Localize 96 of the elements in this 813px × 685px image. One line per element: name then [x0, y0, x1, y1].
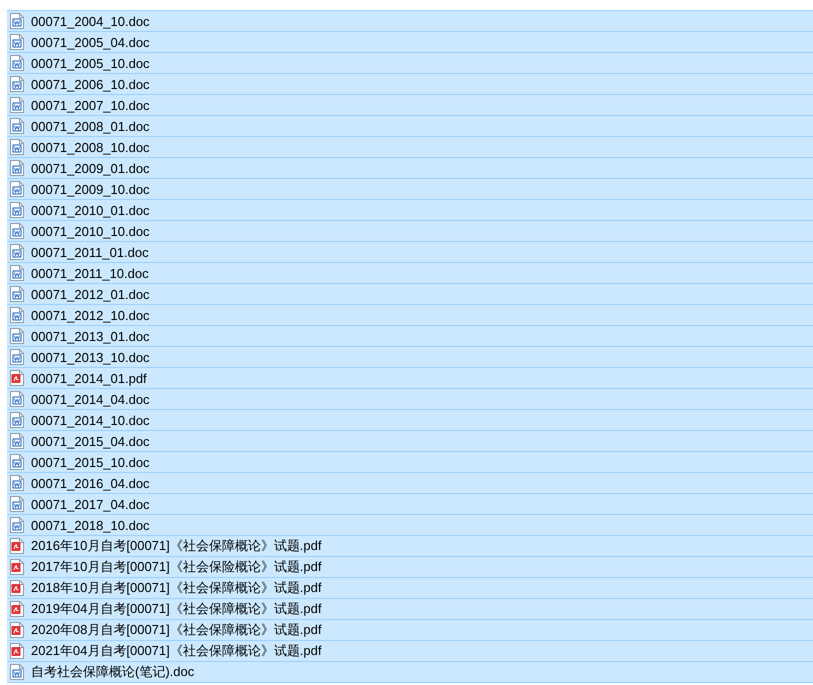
file-row[interactable]: 00071_2011_10.doc [7, 263, 813, 284]
word-document-icon [10, 328, 24, 344]
file-name: 00071_2015_04.doc [31, 434, 150, 448]
file-row[interactable]: 00071_2009_01.doc [7, 158, 813, 179]
file-name: 00071_2016_04.doc [31, 476, 150, 490]
file-row[interactable]: 2019年04月自考[00071]《社会保障概论》试题.pdf [7, 599, 813, 620]
file-row[interactable]: 00071_2010_01.doc [7, 200, 813, 221]
file-row[interactable]: 自考社会保障概论(笔记).doc [7, 662, 813, 683]
file-row[interactable]: 00071_2010_10.doc [7, 221, 813, 242]
file-row[interactable]: 00071_2018_10.doc [7, 515, 813, 536]
pdf-document-icon [10, 538, 24, 554]
file-name: 00071_2013_01.doc [31, 328, 150, 344]
word-document-icon [10, 433, 24, 449]
file-row[interactable]: 00071_2012_01.doc [7, 284, 813, 305]
word-document-icon [10, 223, 24, 239]
word-document-icon [10, 97, 24, 113]
file-name: 00071_2010_10.doc [31, 224, 150, 238]
file-name: 2018年10月自考[00071]《社会保障概论》试题.pdf [31, 579, 322, 597]
file-name: 00071_2008_10.doc [31, 140, 150, 154]
file-row[interactable]: 00071_2017_04.doc [7, 494, 813, 515]
file-name: 00071_2010_01.doc [31, 202, 150, 218]
file-name: 00071_2012_10.doc [31, 308, 150, 322]
file-name: 00071_2017_04.doc [31, 496, 150, 512]
word-document-icon [10, 412, 24, 428]
file-row[interactable]: 00071_2013_10.doc [7, 347, 813, 368]
file-row[interactable]: 00071_2015_10.doc [7, 452, 813, 473]
file-name: 00071_2006_10.doc [31, 76, 150, 92]
word-document-icon [10, 118, 24, 134]
file-row[interactable]: 2017年10月自考[00071]《社会保险概论》试题.pdf [7, 557, 813, 578]
file-row[interactable]: 2018年10月自考[00071]《社会保障概论》试题.pdf [7, 578, 813, 599]
file-row[interactable]: 00071_2005_04.doc [7, 32, 813, 53]
file-row[interactable]: 00071_2008_01.doc [7, 116, 813, 137]
word-document-icon [10, 265, 24, 281]
file-row[interactable]: 2021年04月自考[00071]《社会保障概论》试题.pdf [7, 641, 813, 662]
pdf-document-icon [10, 559, 24, 575]
file-row[interactable]: 00071_2016_04.doc [7, 473, 813, 494]
word-document-icon [10, 454, 24, 470]
pdf-document-icon [10, 622, 24, 638]
file-row[interactable]: 2020年08月自考[00071]《社会保障概论》试题.pdf [7, 620, 813, 641]
file-row[interactable]: 00071_2005_10.doc [7, 53, 813, 74]
pdf-document-icon [10, 643, 24, 659]
file-name: 00071_2015_10.doc [31, 454, 150, 470]
word-document-icon [10, 391, 24, 407]
pdf-document-icon [10, 580, 24, 596]
pdf-document-icon [10, 601, 24, 617]
file-row[interactable]: 2016年10月自考[00071]《社会保障概论》试题.pdf [7, 536, 813, 557]
word-document-icon [10, 34, 24, 50]
file-name: 00071_2008_01.doc [31, 118, 150, 134]
file-name: 00071_2014_01.pdf [31, 370, 147, 386]
file-name: 自考社会保障概论(笔记).doc [31, 663, 194, 681]
word-document-icon [10, 349, 24, 365]
word-document-icon [10, 202, 24, 218]
file-name: 00071_2018_10.doc [31, 518, 150, 532]
file-name: 00071_2005_10.doc [31, 56, 150, 70]
file-name: 00071_2013_10.doc [31, 350, 150, 364]
file-row[interactable]: 00071_2014_10.doc [7, 410, 813, 431]
word-document-icon [10, 475, 24, 491]
file-name: 00071_2009_10.doc [31, 182, 150, 196]
file-name: 00071_2009_01.doc [31, 160, 150, 176]
file-row[interactable]: 00071_2007_10.doc [7, 95, 813, 116]
file-name: 00071_2007_10.doc [31, 98, 150, 112]
file-row[interactable]: 00071_2014_01.pdf [7, 368, 813, 389]
file-row[interactable]: 00071_2014_04.doc [7, 389, 813, 410]
file-row[interactable]: 00071_2012_10.doc [7, 305, 813, 326]
word-document-icon [10, 13, 24, 29]
file-name: 00071_2014_04.doc [31, 392, 150, 406]
word-document-icon [10, 76, 24, 92]
file-name: 2020年08月自考[00071]《社会保障概论》试题.pdf [31, 621, 322, 639]
file-row[interactable]: 00071_2015_04.doc [7, 431, 813, 452]
file-name: 00071_2014_10.doc [31, 412, 150, 428]
file-name: 00071_2004_10.doc [31, 14, 150, 28]
pdf-document-icon [10, 370, 24, 386]
word-document-icon [10, 181, 24, 197]
file-row[interactable]: 00071_2004_10.doc [7, 11, 813, 32]
file-row[interactable]: 00071_2006_10.doc [7, 74, 813, 95]
file-row[interactable]: 00071_2009_10.doc [7, 179, 813, 200]
file-name: 2016年10月自考[00071]《社会保障概论》试题.pdf [31, 537, 322, 555]
file-row[interactable]: 00071_2013_01.doc [7, 326, 813, 347]
file-row[interactable]: 00071_2011_01.doc [7, 242, 813, 263]
word-document-icon [10, 244, 24, 260]
word-document-icon [10, 307, 24, 323]
file-name: 2017年10月自考[00071]《社会保险概论》试题.pdf [31, 558, 322, 576]
file-name: 2021年04月自考[00071]《社会保障概论》试题.pdf [31, 642, 322, 660]
file-name: 00071_2011_10.doc [31, 266, 149, 280]
word-document-icon [10, 517, 24, 533]
file-name: 00071_2005_04.doc [31, 34, 150, 50]
file-name: 00071_2012_01.doc [31, 286, 150, 302]
file-row[interactable]: 00071_2008_10.doc [7, 137, 813, 158]
word-document-icon [10, 139, 24, 155]
word-document-icon [10, 160, 24, 176]
word-document-icon [10, 55, 24, 71]
word-document-icon [10, 664, 24, 680]
file-name: 00071_2011_01.doc [31, 244, 149, 260]
word-document-icon [10, 496, 24, 512]
file-name: 2019年04月自考[00071]《社会保障概论》试题.pdf [31, 600, 322, 618]
word-document-icon [10, 286, 24, 302]
